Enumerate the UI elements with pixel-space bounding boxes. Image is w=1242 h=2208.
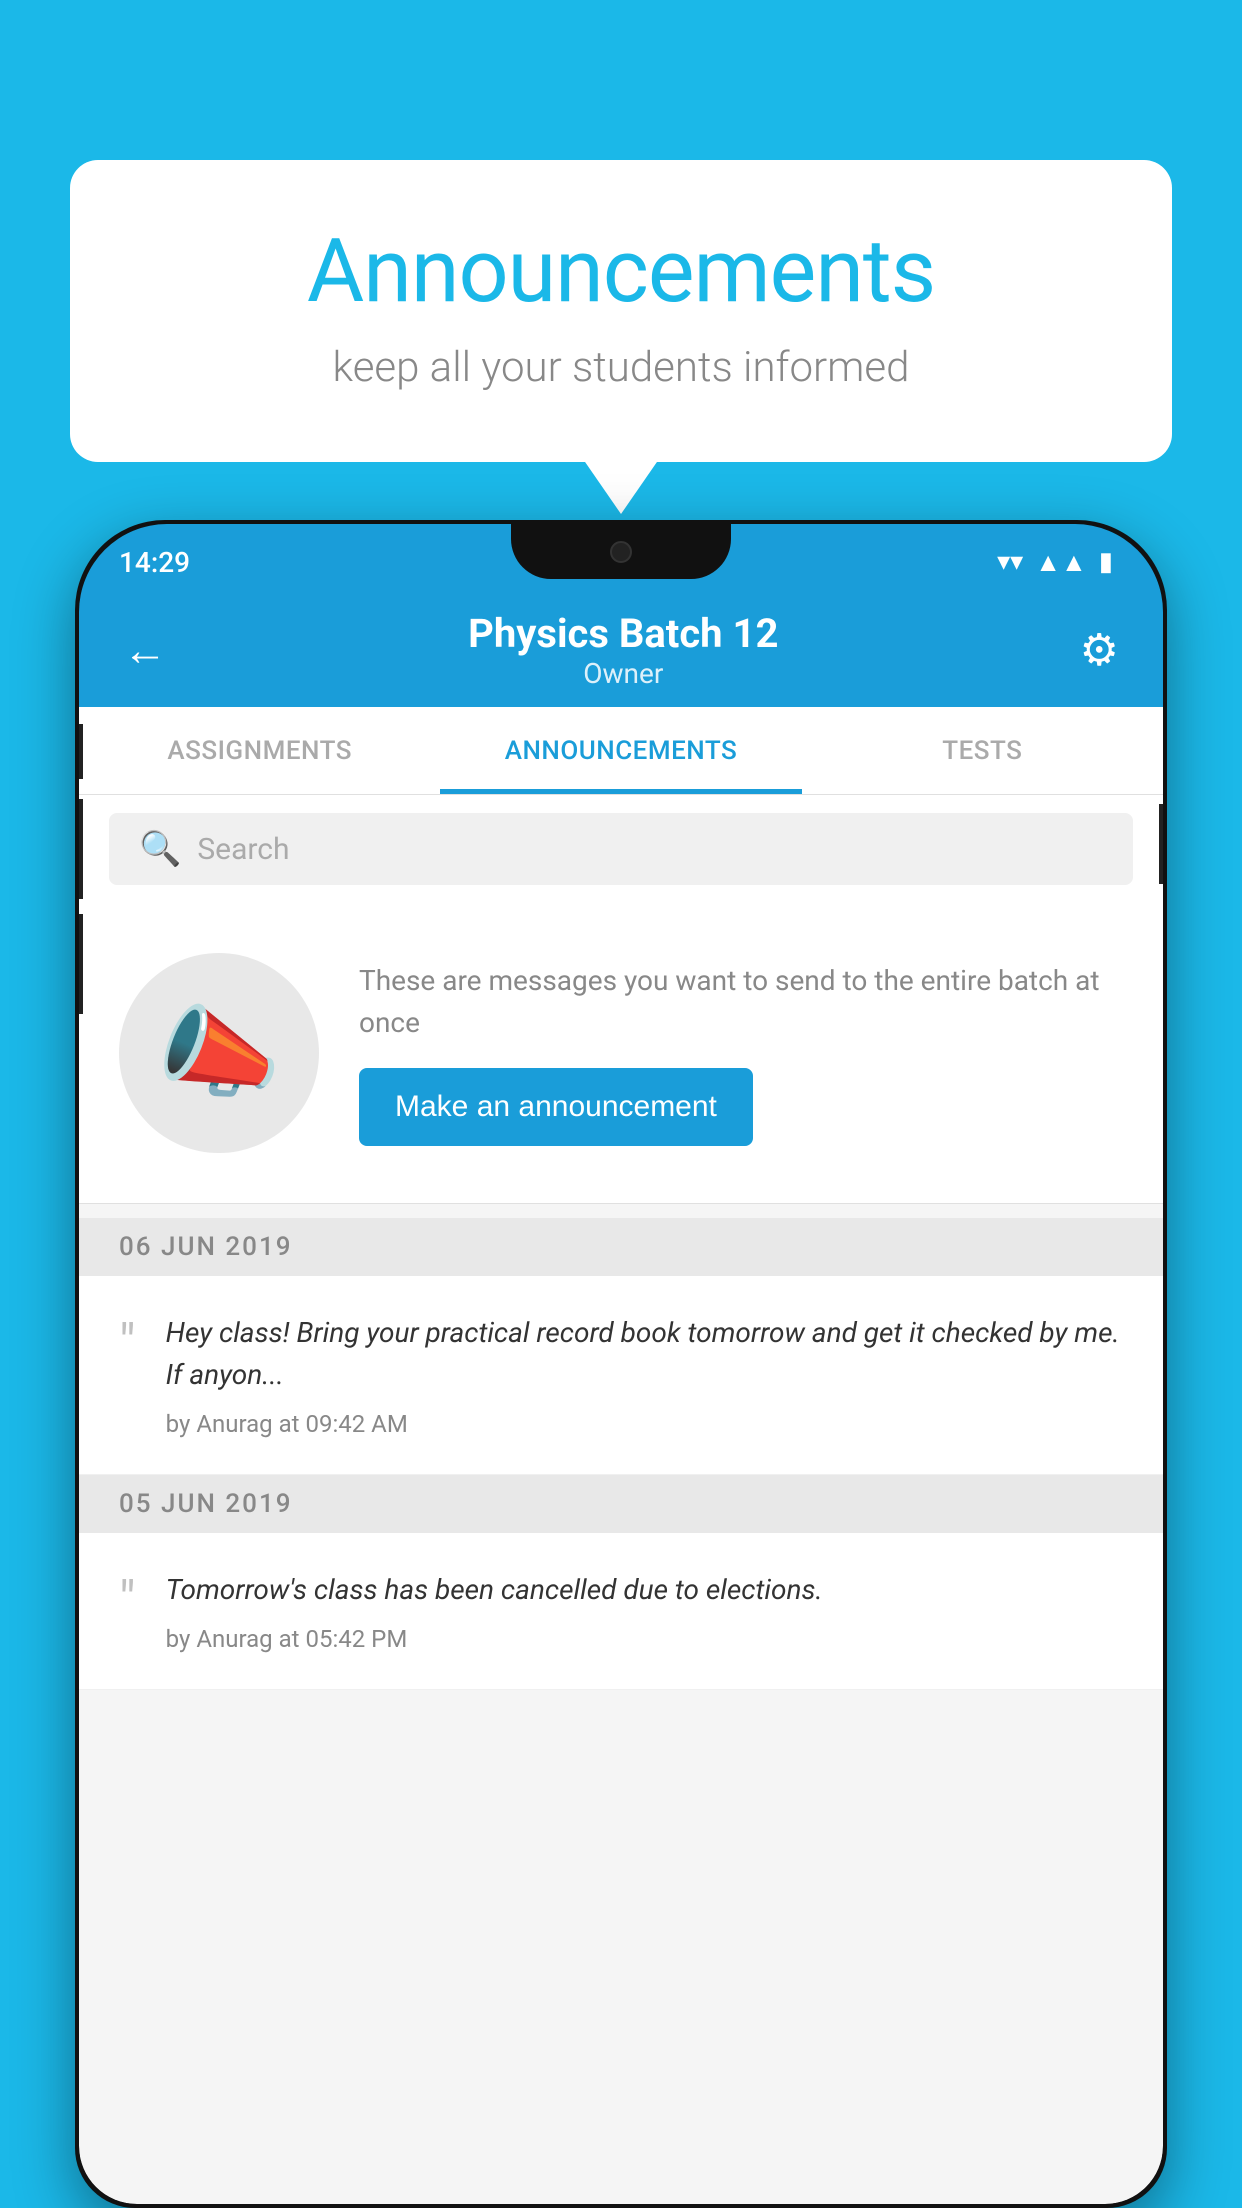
battery-icon: ▮ xyxy=(1099,547,1113,577)
announcement-item-1[interactable]: " Hey class! Bring your practical record… xyxy=(79,1276,1163,1475)
volume-up-button xyxy=(79,799,83,899)
announcement-meta-2: by Anurag at 05:42 PM xyxy=(166,1625,408,1653)
phone-notch xyxy=(511,524,731,579)
wifi-icon: ▾▾ xyxy=(997,547,1023,577)
megaphone-circle: 📣 xyxy=(119,953,319,1153)
status-icons: ▾▾ ▲▲ ▮ xyxy=(997,547,1113,578)
tabs-bar: ASSIGNMENTS ANNOUNCEMENTS TESTS xyxy=(79,707,1163,795)
date-separator-jun05: 05 JUN 2019 xyxy=(79,1475,1163,1533)
megaphone-icon: 📣 xyxy=(157,995,282,1112)
signal-icon: ▲▲ xyxy=(1035,547,1086,578)
phone-frame: 14:29 ▾▾ ▲▲ ▮ ← Physics Batch 12 Owner ⚙… xyxy=(75,520,1167,2208)
tab-announcements[interactable]: ANNOUNCEMENTS xyxy=(440,707,801,794)
make-announcement-button[interactable]: Make an announcement xyxy=(359,1068,753,1146)
quote-icon-1: " xyxy=(119,1318,136,1370)
app-bar-center: Physics Batch 12 Owner xyxy=(468,610,778,690)
search-bar-container: 🔍 Search xyxy=(79,795,1163,903)
promo-right: These are messages you want to send to t… xyxy=(359,960,1123,1146)
announcement-meta-1: by Anurag at 09:42 AM xyxy=(166,1410,408,1438)
batch-title: Physics Batch 12 xyxy=(468,610,778,657)
announcement-content-2: Tomorrow's class has been cancelled due … xyxy=(166,1569,1123,1653)
tab-assignments[interactable]: ASSIGNMENTS xyxy=(79,707,440,794)
date-separator-jun06: 06 JUN 2019 xyxy=(79,1218,1163,1276)
tab-tests[interactable]: TESTS xyxy=(802,707,1163,794)
quote-icon-2: " xyxy=(119,1575,136,1627)
search-placeholder: Search xyxy=(197,832,289,867)
status-time: 14:29 xyxy=(119,546,190,579)
phone-inner: 14:29 ▾▾ ▲▲ ▮ ← Physics Batch 12 Owner ⚙… xyxy=(79,524,1163,2204)
power-button xyxy=(1159,804,1163,884)
screen-content: 🔍 Search 📣 These are messages you want t… xyxy=(79,795,1163,2204)
announcement-content-1: Hey class! Bring your practical record b… xyxy=(166,1312,1123,1438)
bubble-title: Announcements xyxy=(150,220,1092,323)
promo-description: These are messages you want to send to t… xyxy=(359,960,1123,1044)
camera-dot xyxy=(610,541,632,563)
search-icon: 🔍 xyxy=(139,829,181,869)
search-bar[interactable]: 🔍 Search xyxy=(109,813,1133,885)
announcement-promo: 📣 These are messages you want to send to… xyxy=(79,903,1163,1204)
settings-icon[interactable]: ⚙ xyxy=(1080,624,1119,676)
speech-bubble-container: Announcements keep all your students inf… xyxy=(70,160,1172,462)
bubble-subtitle: keep all your students informed xyxy=(150,343,1092,392)
back-button[interactable]: ← xyxy=(123,624,167,676)
announcement-text-1: Hey class! Bring your practical record b… xyxy=(166,1312,1123,1396)
volume-down-button xyxy=(79,914,83,1014)
announcement-item-2[interactable]: " Tomorrow's class has been cancelled du… xyxy=(79,1533,1163,1690)
speech-bubble: Announcements keep all your students inf… xyxy=(70,160,1172,462)
app-bar: ← Physics Batch 12 Owner ⚙ xyxy=(79,592,1163,707)
batch-subtitle: Owner xyxy=(468,657,778,690)
announcement-text-2: Tomorrow's class has been cancelled due … xyxy=(166,1569,1123,1611)
